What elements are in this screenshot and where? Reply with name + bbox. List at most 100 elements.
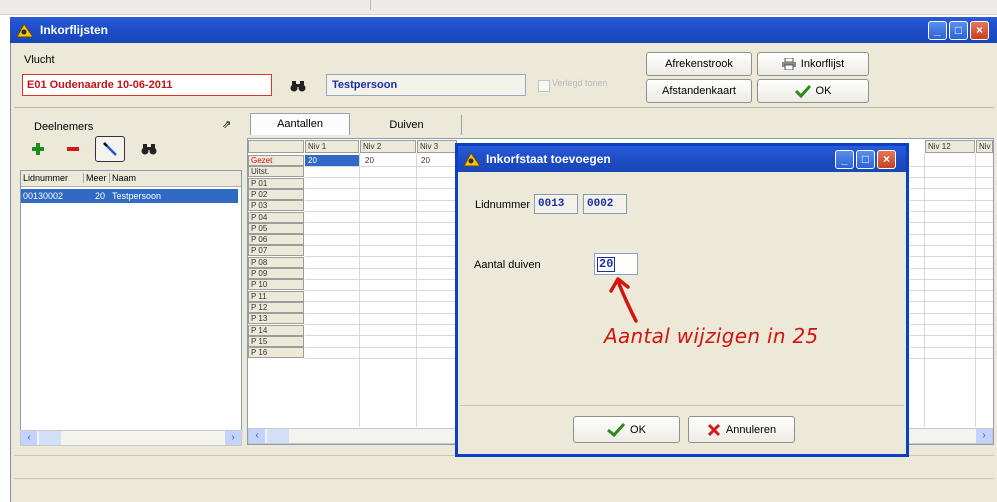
- search-deelnemer-button[interactable]: [134, 138, 164, 160]
- grid-row-header: P 02: [248, 188, 304, 200]
- grid-col-line: [359, 153, 360, 427]
- deelnemers-header: Lidnummer Meer Naam: [21, 171, 241, 187]
- dialog-title-bar[interactable]: Inkorfstaat toevoegen _ □ ×: [458, 146, 906, 172]
- grid-row-line: [305, 233, 455, 235]
- minimize-button[interactable]: _: [928, 21, 947, 40]
- pin-icon[interactable]: ⇗: [222, 119, 234, 131]
- verlegd-label: Verlegd tonen: [552, 78, 608, 88]
- grid-scroll-right-icon[interactable]: ›: [976, 429, 992, 443]
- grid-row-header: P 09: [248, 268, 304, 279]
- ok-main-button[interactable]: OK: [757, 79, 869, 103]
- grid-row-header: Gezet: [248, 155, 304, 166]
- grid-row-header: P 04: [248, 211, 304, 223]
- grid-row-header: P 11: [248, 290, 304, 302]
- maximize-button[interactable]: □: [949, 21, 968, 40]
- grid-row-line: [305, 290, 455, 292]
- grid-row-line: [305, 357, 455, 359]
- grid-row-line: [910, 177, 993, 179]
- gezet-niv1: 20: [308, 156, 317, 165]
- grid-row-header: P 06: [248, 234, 304, 246]
- grid-row-line: [305, 278, 455, 280]
- minus-icon: [67, 147, 79, 151]
- grid-row-line: [910, 312, 993, 314]
- deelnemers-label: Deelnemers: [34, 121, 94, 133]
- scroll-thumb[interactable]: [39, 431, 61, 445]
- deelnemer-row[interactable]: 00130002 20 Testpersoon: [21, 189, 238, 203]
- main-title-bar[interactable]: Inkorflijsten _ □ ×: [10, 17, 997, 43]
- deelnemers-list[interactable]: [20, 170, 242, 445]
- grid-row-line: [910, 346, 993, 348]
- tab-duiven[interactable]: Duiven: [352, 115, 462, 135]
- vlucht-value: E01 Oudenaarde 10-06-2011: [27, 79, 173, 91]
- grid-row-header: P 13: [248, 313, 304, 325]
- remove-button[interactable]: [60, 138, 86, 160]
- grid-row-line: [305, 188, 455, 190]
- grid-row-header: P 08: [248, 256, 304, 268]
- x-mark-icon: [707, 423, 720, 436]
- grid-row-line: [910, 188, 993, 190]
- vlucht-select[interactable]: E01 Oudenaarde 10-06-2011: [22, 74, 272, 96]
- row-lidnummer: 00130002: [23, 191, 64, 201]
- grid-row-line: [910, 278, 993, 280]
- close-button[interactable]: ×: [970, 21, 989, 40]
- grid-scroll-left-icon[interactable]: ‹: [249, 429, 265, 443]
- grid-row-line: [910, 357, 993, 359]
- lidnummer-part1-field[interactable]: 0013: [534, 194, 578, 214]
- grid-row-line: [305, 256, 455, 258]
- grid-row-line: [305, 335, 455, 337]
- dialog-cancel-button[interactable]: Annuleren: [688, 416, 795, 443]
- dialog-ok-button[interactable]: OK: [573, 416, 680, 443]
- gezet-niv2: 20: [365, 156, 374, 165]
- scroll-right-icon[interactable]: ›: [225, 431, 241, 445]
- grid-row-line: [305, 301, 455, 303]
- search-vlucht-button[interactable]: [283, 74, 313, 98]
- grid-corner: [248, 140, 304, 153]
- col-lidnummer[interactable]: Lidnummer: [23, 173, 68, 183]
- vlucht-label: Vlucht: [24, 54, 55, 66]
- lidnummer-part1-value: 0013: [538, 198, 565, 210]
- afstandenkaart-button[interactable]: Afstandenkaart: [646, 79, 752, 103]
- plus-icon: [32, 143, 44, 155]
- grid-row-line: [910, 222, 993, 224]
- dialog-minimize-button[interactable]: _: [835, 150, 854, 169]
- grid-row-line: [910, 244, 993, 246]
- grid-row-line: [305, 177, 455, 179]
- grid-row-line: [305, 346, 455, 348]
- aantal-label: Aantal duiven: [474, 259, 541, 271]
- col-niv-3: Niv 3: [417, 140, 457, 153]
- inkorflijst-button[interactable]: Inkorflijst: [757, 52, 869, 76]
- grid-col-line: [975, 153, 976, 427]
- grid-row-header: P 16: [248, 347, 304, 359]
- lidnummer-part2-field[interactable]: 0002: [583, 194, 627, 214]
- verlegd-checkbox[interactable]: [538, 80, 550, 92]
- scroll-left-icon[interactable]: ‹: [21, 431, 37, 445]
- dialog-ok-label: OK: [630, 423, 646, 436]
- col-niv-13: Niv: [976, 140, 993, 153]
- dialog-close-button[interactable]: ×: [877, 150, 896, 169]
- grid-row-line: [305, 222, 455, 224]
- grid-row-line: [305, 199, 455, 201]
- col-meer[interactable]: Meer: [83, 173, 107, 183]
- col-naam[interactable]: Naam: [109, 173, 136, 183]
- tab-aantallen[interactable]: Aantallen: [250, 113, 350, 135]
- person-field[interactable]: Testpersoon: [326, 74, 526, 96]
- grid-row-line: [910, 199, 993, 201]
- dialog-title: Inkorfstaat toevoegen: [486, 152, 611, 166]
- add-button[interactable]: [25, 138, 51, 160]
- checkmark-icon: [607, 422, 626, 437]
- dialog-window: [455, 143, 909, 457]
- grid-row-line: [305, 244, 455, 246]
- edit-button[interactable]: [95, 136, 125, 162]
- grid-col-line: [924, 153, 925, 427]
- binoculars-icon: [141, 144, 157, 155]
- dialog-maximize-button[interactable]: □: [856, 150, 875, 169]
- aantal-input[interactable]: 20: [594, 253, 638, 275]
- annotation-arrow: [609, 277, 638, 323]
- top-strip-divider: [370, 0, 371, 10]
- status-bar: [14, 478, 994, 501]
- grid-row-line: [305, 211, 455, 212]
- deelnemers-scrollbar[interactable]: ‹ ›: [20, 430, 242, 446]
- afrekenstrook-button[interactable]: Afrekenstrook: [646, 52, 752, 76]
- binoculars-icon: [290, 81, 306, 92]
- grid-scroll-thumb[interactable]: [267, 429, 289, 443]
